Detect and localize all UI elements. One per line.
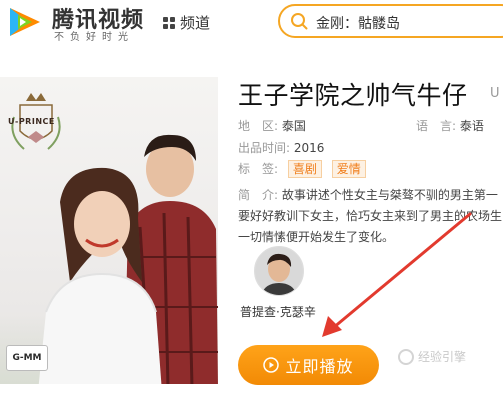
desc-line-1: 故事讲述个性女主与桀骜不驯的男主第一 bbox=[281, 188, 498, 202]
language-row: 语 言: 泰语 bbox=[416, 117, 484, 134]
search-input[interactable]: 金刚：骷髅岛 bbox=[278, 4, 503, 38]
watermark-icon bbox=[398, 348, 414, 365]
desc-line-2: 要好好教训下女主，恰巧女主来到了男主的农场生 bbox=[238, 209, 503, 223]
search-query: 金刚：骷髅岛 bbox=[316, 16, 400, 32]
logo-slogan: 不负好时光 bbox=[54, 32, 134, 43]
actor-avatar[interactable] bbox=[254, 246, 304, 296]
year-value: 2016 bbox=[293, 141, 325, 155]
play-now-button[interactable]: 立即播放 bbox=[238, 345, 379, 385]
grid-icon bbox=[163, 16, 175, 29]
actor-portrait-icon bbox=[255, 247, 303, 295]
channel-label: 频道 bbox=[180, 14, 211, 32]
watermark: 经验引擎 bbox=[398, 348, 466, 365]
show-description: 简 介: 故事讲述个性女主与桀骜不驯的男主第一 要好好教训下女主，恰巧女主来到了… bbox=[238, 185, 503, 248]
year-row: 出品时间: 2016 bbox=[238, 139, 324, 156]
actor-name[interactable]: 普提查·克瑟辛 bbox=[240, 303, 316, 320]
desc-line-3: 一切情愫便开始发生了变化。 bbox=[238, 230, 395, 244]
search-icon[interactable] bbox=[290, 12, 308, 30]
tag-romance[interactable]: 爱情 bbox=[331, 160, 366, 178]
show-title-overflow: U bbox=[490, 86, 500, 101]
language-value: 泰语 bbox=[459, 119, 484, 133]
tags-label: 标 签: bbox=[238, 162, 279, 176]
crest-text: U-PRINCE bbox=[8, 117, 55, 126]
region-value[interactable]: 泰国 bbox=[282, 119, 306, 133]
tencent-video-logo-icon[interactable] bbox=[6, 4, 46, 40]
region-row: 地 区: 泰国 bbox=[238, 117, 306, 134]
channel-menu[interactable]: 频道 bbox=[163, 12, 210, 33]
language-label: 语 言: bbox=[416, 119, 457, 133]
show-poster[interactable]: U-PRINCE G-MM bbox=[0, 77, 218, 384]
desc-label: 简 介: bbox=[238, 188, 279, 202]
region-label: 地 区: bbox=[238, 119, 279, 133]
show-title: 王子学院之帅气牛仔 bbox=[238, 81, 468, 110]
play-now-label: 立即播放 bbox=[285, 357, 354, 376]
top-header: 腾讯视频 不负好时光 频道 金刚：骷髅岛 bbox=[0, 0, 503, 44]
watermark-text: 经验引擎 bbox=[418, 350, 467, 364]
tags-row: 标 签: 喜剧 爱情 bbox=[238, 160, 372, 178]
female-lead-figure bbox=[38, 167, 162, 384]
tag-comedy[interactable]: 喜剧 bbox=[287, 160, 322, 178]
play-icon bbox=[263, 357, 280, 373]
year-label: 出品时间: bbox=[238, 141, 291, 155]
studio-logo: G-MM bbox=[6, 345, 48, 371]
